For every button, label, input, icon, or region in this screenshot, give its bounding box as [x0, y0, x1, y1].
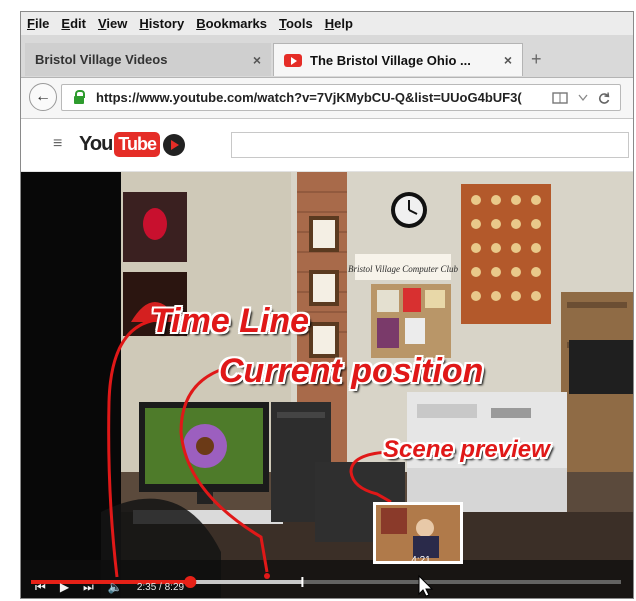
video-player[interactable]: Bristol Village Computer Club 4:21 ⏮ ▶ ⏭… — [21, 172, 633, 598]
menu-help[interactable]: Help — [319, 12, 359, 35]
new-tab-button[interactable]: + — [531, 49, 542, 70]
close-tab-icon[interactable]: × — [253, 52, 261, 68]
dropdown-arrow-icon[interactable] — [578, 94, 588, 102]
menu-edit[interactable]: Edit — [55, 12, 92, 35]
youtube-header: ≡ You Tube — [21, 119, 633, 172]
volume-icon[interactable]: 🔈 — [108, 580, 123, 594]
menu-tools[interactable]: Tools — [273, 12, 319, 35]
preview-timestamp: 4:21 — [411, 555, 431, 566]
time-display: 2:35 / 8:29 — [136, 581, 185, 593]
youtube-logo[interactable]: You Tube — [79, 132, 185, 157]
annotation-current-position: Current position — [219, 352, 484, 390]
logo-tube: Tube — [114, 132, 160, 157]
lock-icon — [74, 89, 85, 104]
player-controls: ⏮ ▶ ⏭ 🔈 2:35 / 8:29 — [21, 576, 633, 598]
tab-strip: Bristol Village Videos × The Bristol Vil… — [21, 35, 633, 78]
url-bar[interactable]: https://www.youtube.com/watch?v=7VjKMybC… — [61, 84, 621, 111]
menu-history[interactable]: History — [133, 12, 190, 35]
play-logo-icon — [162, 133, 185, 156]
menu-view[interactable]: View — [92, 12, 133, 35]
logo-you: You — [79, 133, 113, 155]
next-icon[interactable]: ⏭ — [83, 580, 94, 595]
youtube-favicon-icon — [284, 53, 302, 67]
tab-title: The Bristol Village Ohio ... — [310, 52, 471, 68]
menu-bar: File Edit View History Bookmarks Tools H… — [21, 12, 633, 35]
url-bar-icons — [552, 85, 610, 110]
menu-file[interactable]: File — [21, 12, 55, 35]
close-tab-icon[interactable]: × — [504, 52, 512, 68]
tab-bristol-village-ohio[interactable]: The Bristol Village Ohio ... × — [273, 43, 523, 76]
back-button[interactable]: ← — [29, 83, 57, 111]
menu-icon[interactable]: ≡ — [53, 135, 62, 153]
navigation-bar: ← https://www.youtube.com/watch?v=7VjKMy… — [21, 78, 633, 119]
tab-bristol-village-videos[interactable]: Bristol Village Videos × — [25, 43, 271, 76]
reload-icon[interactable] — [598, 91, 610, 104]
play-icon[interactable]: ▶ — [60, 580, 69, 594]
search-input[interactable] — [231, 132, 629, 158]
previous-icon[interactable]: ⏮ — [35, 580, 46, 595]
club-sign-text: Bristol Village Computer Club — [348, 264, 459, 274]
browser-window: File Edit View History Bookmarks Tools H… — [20, 11, 634, 599]
menu-bookmarks[interactable]: Bookmarks — [190, 12, 273, 35]
reader-view-icon[interactable] — [552, 91, 568, 104]
url-text[interactable]: https://www.youtube.com/watch?v=7VjKMybC… — [96, 90, 544, 105]
annotation-scene-preview: Scene preview — [383, 436, 550, 463]
annotation-time-line: Time Line — [151, 302, 310, 340]
tab-title: Bristol Village Videos — [35, 52, 168, 67]
